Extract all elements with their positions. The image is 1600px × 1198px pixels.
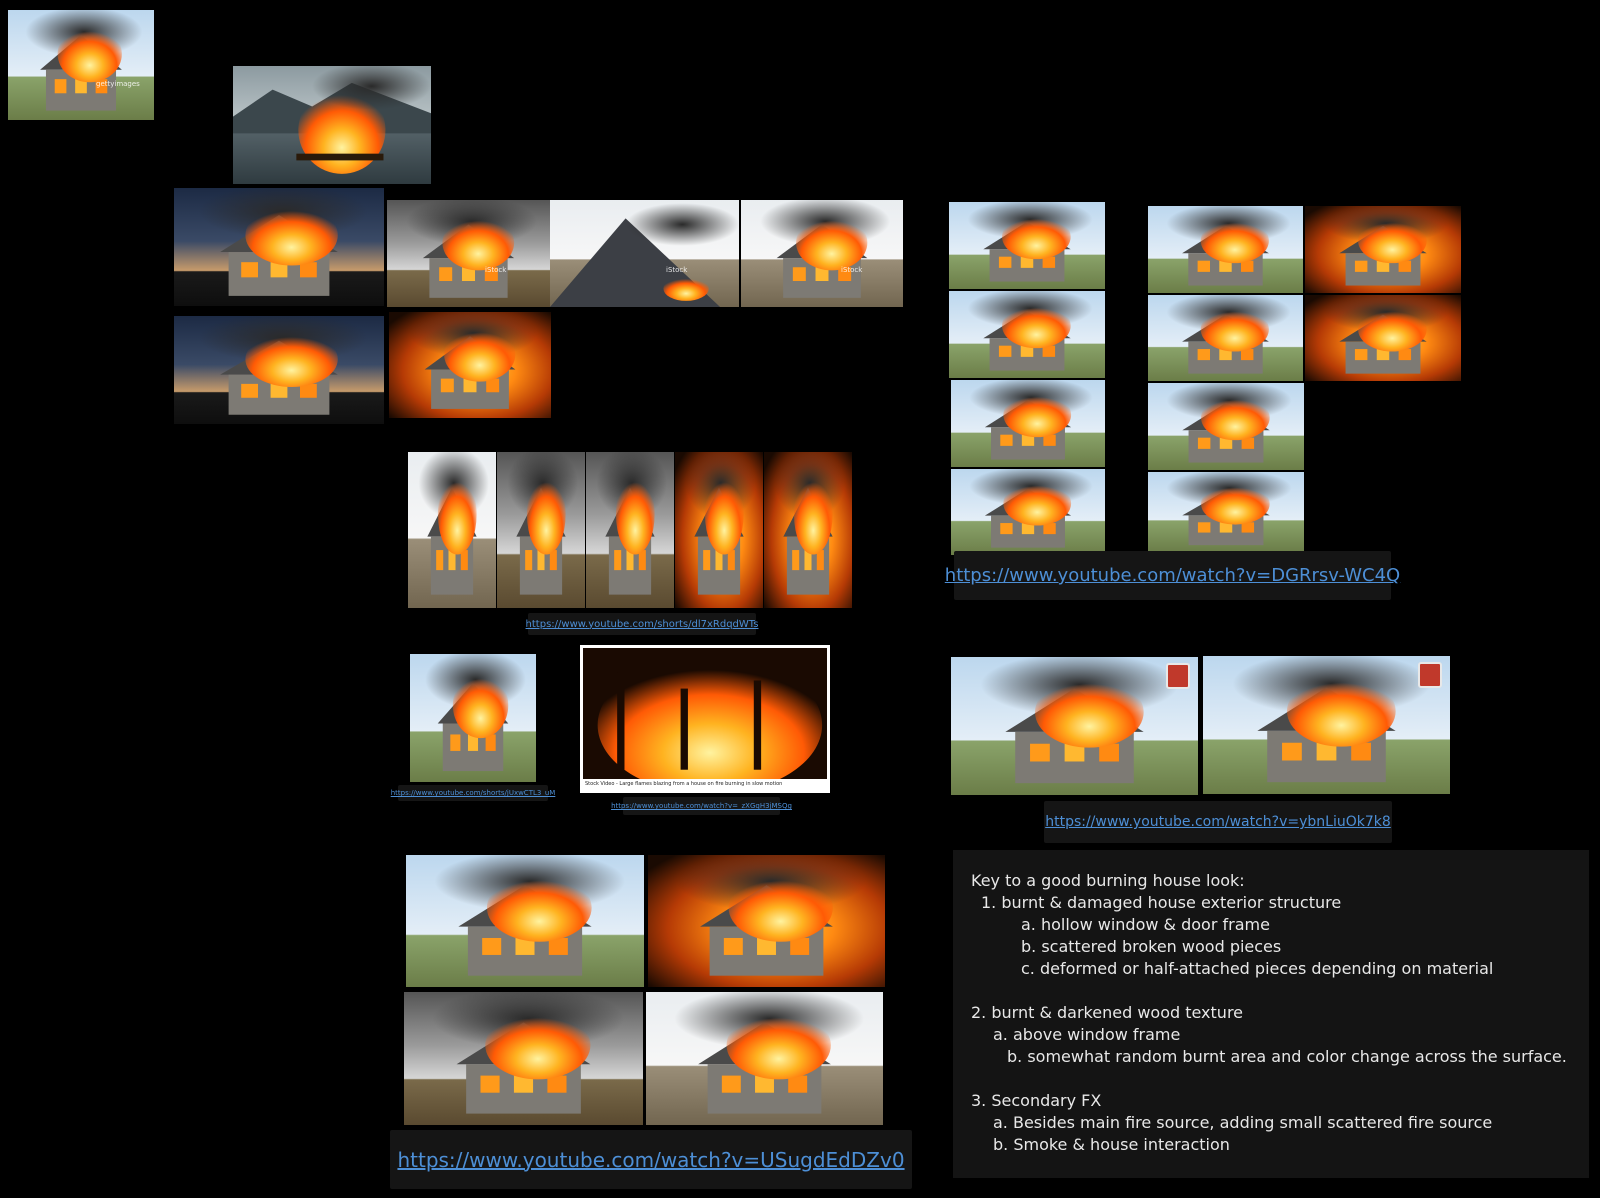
- reference-image-22[interactable]: [675, 452, 763, 608]
- burning-house-image: [646, 992, 883, 1125]
- burning-house-image: [741, 200, 903, 307]
- burning-house-image: [174, 316, 384, 424]
- reference-image-29[interactable]: [404, 992, 643, 1125]
- burning-house-image: [951, 657, 1198, 795]
- reference-image-20[interactable]: [497, 452, 585, 608]
- notes-subitem: b. somewhat random burnt area and color …: [1007, 1047, 1567, 1066]
- reference-image-16[interactable]: [1305, 295, 1461, 381]
- reference-image-27[interactable]: [406, 855, 644, 987]
- burning-frame-image: [1203, 656, 1450, 794]
- house-sequence-frame: [764, 452, 852, 608]
- burning-house-image: [951, 469, 1105, 555]
- reference-image-14[interactable]: [1305, 206, 1461, 293]
- notes-item: 1. burnt & damaged house exterior struct…: [981, 893, 1342, 912]
- youtube-link-zxgq[interactable]: https://www.youtube.com/watch?v=_zXGqH3j…: [611, 802, 792, 810]
- reference-image-28[interactable]: [648, 855, 885, 987]
- youtube-link-usugd[interactable]: https://www.youtube.com/watch?v=USugdEdD…: [397, 1148, 904, 1172]
- reference-image-5[interactable]: iStock: [550, 200, 739, 307]
- notes-item: 3. Secondary FX: [971, 1091, 1102, 1110]
- burning-house-image: [406, 855, 644, 987]
- burning-house-image: [1148, 206, 1303, 293]
- reference-image-3[interactable]: [174, 188, 384, 306]
- burning-house-image: [951, 380, 1105, 467]
- notes-subitem: a. above window frame: [993, 1025, 1181, 1044]
- burning-frame-image: [583, 648, 827, 790]
- reference-image-8[interactable]: [389, 312, 551, 418]
- getty-watermark: gettyimages: [96, 80, 140, 88]
- house-sequence-frame: [586, 452, 674, 608]
- burning-house-image: [8, 10, 154, 120]
- link-box-ybn: https://www.youtube.com/watch?v=ybnLiuOk…: [1044, 801, 1392, 843]
- burning-house-image: [949, 202, 1105, 289]
- reference-image-30[interactable]: [646, 992, 883, 1125]
- burning-house-image: [1305, 206, 1461, 293]
- youtube-link-dgrrsv[interactable]: https://www.youtube.com/watch?v=DGRrsv-W…: [945, 565, 1400, 586]
- reference-video-stock[interactable]: Stock Video - Large flames blazing from …: [580, 645, 830, 793]
- istock-watermark: iStock: [841, 266, 863, 274]
- burning-house-image: [1148, 295, 1303, 381]
- link-box-shorts-dl7x: https://www.youtube.com/shorts/dl7xRdqdW…: [526, 613, 759, 635]
- reference-image-24[interactable]: [410, 654, 536, 782]
- reference-image-17[interactable]: [1148, 383, 1304, 470]
- reference-image-7[interactable]: [174, 316, 384, 424]
- notes-subitem: b. scattered broken wood pieces: [1021, 937, 1282, 956]
- burning-house-image: [174, 188, 384, 306]
- burning-house-image: [389, 312, 551, 418]
- reference-image-11[interactable]: [951, 380, 1105, 467]
- notes-heading: Key to a good burning house look:: [971, 871, 1245, 890]
- burning-dock-image: [233, 66, 431, 174]
- burning-house-image: [410, 654, 536, 782]
- reference-image-2[interactable]: [233, 66, 431, 184]
- reference-image-15[interactable]: [1148, 295, 1303, 381]
- fire-department-badge-icon: [1418, 662, 1442, 688]
- istock-watermark: iStock: [666, 266, 688, 274]
- link-box-dgrrsv: https://www.youtube.com/watch?v=DGRrsv-W…: [945, 551, 1400, 600]
- youtube-link-ybn[interactable]: https://www.youtube.com/watch?v=ybnLiuOk…: [1045, 814, 1391, 830]
- reference-image-6[interactable]: iStock: [741, 200, 903, 307]
- link-box-zxgq: https://www.youtube.com/watch?v=_zXGqH3j…: [611, 797, 792, 815]
- reference-image-10[interactable]: [949, 291, 1105, 378]
- reference-image-1[interactable]: gettyimages: [8, 10, 154, 120]
- link-box-shorts-jux: https://www.youtube.com/shorts/jUxwCTL3_…: [391, 785, 555, 801]
- link-box-usugd: https://www.youtube.com/watch?v=USugdEdD…: [390, 1130, 912, 1189]
- burning-house-image: [1305, 295, 1461, 381]
- reference-image-9[interactable]: [949, 202, 1105, 289]
- notes-subitem: c. deformed or half-attached pieces depe…: [1021, 959, 1494, 978]
- reference-image-19[interactable]: [408, 452, 496, 608]
- reference-image-21[interactable]: [586, 452, 674, 608]
- burning-house-image: [1148, 472, 1304, 552]
- youtube-link-shorts-jux[interactable]: https://www.youtube.com/shorts/jUxwCTL3_…: [391, 789, 556, 797]
- notes-item: 2. burnt & darkened wood texture: [971, 1003, 1244, 1022]
- reference-image-4[interactable]: iStock: [387, 200, 550, 307]
- reference-image-13[interactable]: [1148, 206, 1303, 293]
- youtube-link-shorts-dl7x[interactable]: https://www.youtube.com/shorts/dl7xRdqdW…: [526, 619, 759, 630]
- burning-house-image: [949, 291, 1105, 378]
- fire-department-badge-icon: [1166, 663, 1190, 689]
- house-sequence-frame: [408, 452, 496, 608]
- house-sequence-frame: [675, 452, 763, 608]
- notes-panel: Key to a good burning house look: 1. bur…: [953, 850, 1589, 1178]
- burning-house-image: [387, 200, 550, 307]
- notes-subitem: a. Besides main fire source, adding smal…: [993, 1113, 1493, 1132]
- burning-wall-image: [648, 855, 885, 987]
- reference-image-12[interactable]: [951, 469, 1105, 555]
- reference-image-23[interactable]: [764, 452, 852, 608]
- istock-watermark: iStock: [485, 266, 507, 274]
- burning-house-image: [1148, 383, 1304, 470]
- burning-roof-image: [550, 203, 739, 307]
- house-sequence-frame: [497, 452, 585, 608]
- reference-image-25[interactable]: [951, 657, 1198, 795]
- stock-video-caption: Stock Video - Large flames blazing from …: [583, 779, 827, 790]
- reference-image-26[interactable]: [1203, 656, 1450, 794]
- notes-subitem: b. Smoke & house interaction: [993, 1135, 1230, 1154]
- notes-subitem: a. hollow window & door frame: [1021, 915, 1270, 934]
- burning-wall-image: [404, 992, 643, 1125]
- reference-image-18[interactable]: [1148, 472, 1304, 552]
